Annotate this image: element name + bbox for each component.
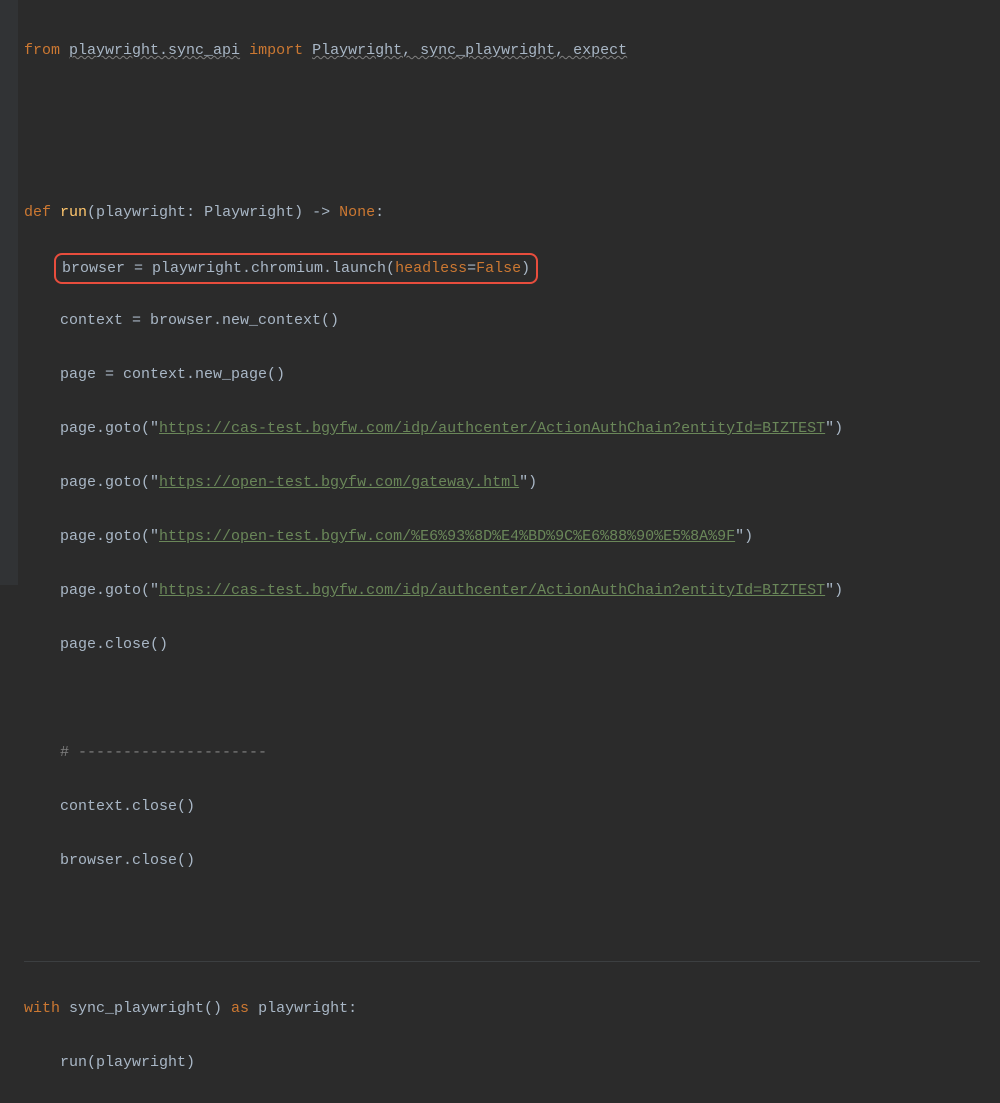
code-line[interactable]: page.goto("https://open-test.bgyfw.com/g… bbox=[24, 469, 1000, 496]
code-editor[interactable]: with sync_playwright() as playwright: ru… bbox=[0, 968, 1000, 1103]
code-line bbox=[24, 145, 1000, 172]
code-line[interactable]: run(playwright) bbox=[24, 1049, 1000, 1076]
keyword-import: import bbox=[249, 42, 303, 59]
module-name: playwright.sync_api bbox=[69, 42, 240, 59]
code-line[interactable]: with sync_playwright() as playwright: bbox=[24, 995, 1000, 1022]
code-line bbox=[24, 685, 1000, 712]
keyword-def: def bbox=[24, 204, 51, 221]
code-editor[interactable]: from playwright.sync_api import Playwrig… bbox=[0, 10, 1000, 955]
keyword-as: as bbox=[231, 1000, 249, 1017]
code-line-highlighted[interactable]: browser = playwright.chromium.launch(hea… bbox=[24, 253, 1000, 280]
code-line[interactable]: page.goto("https://cas-test.bgyfw.com/id… bbox=[24, 577, 1000, 604]
comment: # --------------------- bbox=[60, 744, 267, 761]
code-line[interactable]: def run(playwright: Playwright) -> None: bbox=[24, 199, 1000, 226]
code-line[interactable]: from playwright.sync_api import Playwrig… bbox=[24, 37, 1000, 64]
keyword-with: with bbox=[24, 1000, 60, 1017]
keyword-from: from bbox=[24, 42, 60, 59]
code-line[interactable]: page.goto("https://cas-test.bgyfw.com/id… bbox=[24, 415, 1000, 442]
editor-gutter bbox=[0, 0, 18, 585]
url-string: https://cas-test.bgyfw.com/idp/authcente… bbox=[159, 420, 825, 437]
section-separator bbox=[24, 961, 980, 962]
code-line[interactable]: # --------------------- bbox=[24, 739, 1000, 766]
highlight-box: browser = playwright.chromium.launch(hea… bbox=[54, 253, 538, 284]
code-line[interactable]: page.close() bbox=[24, 631, 1000, 658]
code-line[interactable]: context.close() bbox=[24, 793, 1000, 820]
code-line[interactable]: browser.close() bbox=[24, 847, 1000, 874]
url-string: https://open-test.bgyfw.com/%E6%93%8D%E4… bbox=[159, 528, 735, 545]
url-string: https://open-test.bgyfw.com/gateway.html bbox=[159, 474, 519, 491]
import-names: Playwright, sync_playwright, expect bbox=[312, 42, 627, 59]
code-line[interactable]: page.goto("https://open-test.bgyfw.com/%… bbox=[24, 523, 1000, 550]
code-line[interactable]: page = context.new_page() bbox=[24, 361, 1000, 388]
code-line bbox=[24, 91, 1000, 118]
code-line bbox=[24, 901, 1000, 928]
function-sig: (playwright: Playwright) -> bbox=[87, 204, 339, 221]
function-name: run bbox=[60, 204, 87, 221]
code-line[interactable]: context = browser.new_context() bbox=[24, 307, 1000, 334]
keyword-none: None bbox=[339, 204, 375, 221]
